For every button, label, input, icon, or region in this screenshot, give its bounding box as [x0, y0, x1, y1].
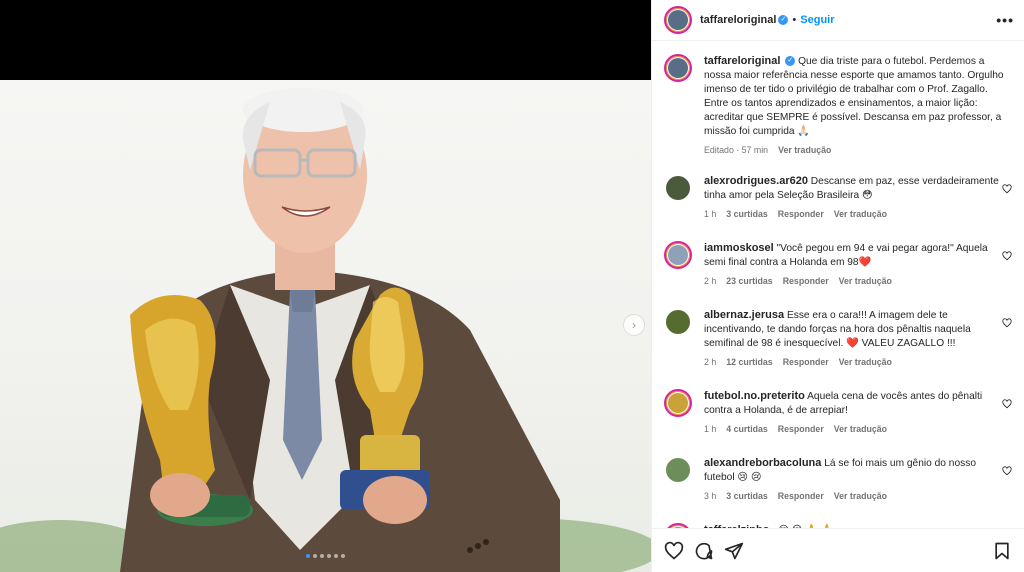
- comment-username[interactable]: iammoskosel: [704, 242, 774, 254]
- comment-likes[interactable]: 3 curtidas: [726, 491, 768, 501]
- carousel-dot[interactable]: [313, 554, 317, 558]
- post-photo[interactable]: [0, 80, 651, 572]
- reply-button[interactable]: Responder: [778, 424, 824, 434]
- caption-edited: Editado · 57 min: [704, 145, 769, 155]
- action-bar: [652, 528, 1024, 572]
- comment-meta: 2 h 12 curtidas Responder Ver tradução: [704, 357, 1004, 367]
- comment-like-icon[interactable]: [1002, 251, 1012, 261]
- caption-username[interactable]: taffareloriginal: [704, 55, 780, 67]
- post-header: taffareloriginal ✓ • Seguir •••: [652, 0, 1024, 41]
- carousel-next-button[interactable]: ›: [623, 314, 645, 336]
- comment-time: 1 h: [704, 209, 717, 219]
- commenter-avatar[interactable]: [664, 308, 692, 336]
- commenter-avatar[interactable]: [664, 174, 692, 202]
- comment-like-icon[interactable]: [1002, 184, 1012, 194]
- comment-time: 1 h: [704, 424, 717, 434]
- photo-illustration: [0, 88, 651, 572]
- caption-body: taffareloriginal ✓ Que dia triste para o…: [704, 54, 1004, 139]
- comment-meta: 1 h 3 curtidas Responder Ver tradução: [704, 209, 1004, 219]
- comment-meta: 1 h 4 curtidas Responder Ver tradução: [704, 424, 1004, 434]
- verified-badge-icon: ✓: [778, 15, 789, 25]
- reply-button[interactable]: Responder: [783, 357, 829, 367]
- caption-text: Que dia triste para o futebol. Perdemos …: [704, 56, 1004, 137]
- carousel-dot[interactable]: [341, 554, 345, 558]
- carousel-dot[interactable]: [306, 554, 310, 558]
- heart-icon[interactable]: [664, 541, 684, 561]
- comment-like-icon[interactable]: [1002, 466, 1012, 476]
- comment-time: 2 h: [704, 357, 717, 367]
- comment-username[interactable]: albernaz.jerusa: [704, 309, 784, 321]
- translate-link[interactable]: Ver tradução: [839, 357, 892, 367]
- comment-body: iammoskosel "Você pegou em 94 e vai pega…: [704, 241, 1004, 270]
- caption-meta: Editado · 57 min Ver tradução: [704, 145, 1004, 155]
- comment-item: alexandreborbacoluna Lá se foi mais um g…: [664, 456, 1012, 501]
- comment-body: alexrodrigues.ar620 Descanse em paz, ess…: [704, 174, 1004, 203]
- comment-time: 3 h: [704, 491, 717, 501]
- follow-button[interactable]: Seguir: [800, 14, 834, 26]
- comment-meta: 3 h 3 curtidas Responder Ver tradução: [704, 491, 1004, 501]
- post-media: ›: [0, 0, 651, 572]
- carousel-dot[interactable]: [334, 554, 338, 558]
- comment-body: futebol.no.preterito Aquela cena de você…: [704, 389, 1004, 418]
- comment-item: alexrodrigues.ar620 Descanse em paz, ess…: [664, 174, 1012, 219]
- separator-dot: •: [792, 14, 797, 26]
- comment-body: alexandreborbacoluna Lá se foi mais um g…: [704, 456, 1004, 485]
- reply-button[interactable]: Responder: [783, 276, 829, 286]
- commenter-avatar[interactable]: [664, 389, 692, 417]
- carousel-dot[interactable]: [320, 554, 324, 558]
- caption-avatar[interactable]: [664, 54, 692, 82]
- author-username[interactable]: taffareloriginal: [700, 14, 776, 26]
- comment-likes[interactable]: 23 curtidas: [726, 276, 772, 286]
- comment-icon[interactable]: [694, 541, 714, 561]
- comment-meta: 2 h 23 curtidas Responder Ver tradução: [704, 276, 1004, 286]
- translate-link[interactable]: Ver tradução: [834, 491, 887, 501]
- translate-link[interactable]: Ver tradução: [839, 276, 892, 286]
- commenter-avatar[interactable]: [664, 241, 692, 269]
- comment-username[interactable]: alexrodrigues.ar620: [704, 175, 808, 187]
- comment-like-icon[interactable]: [1002, 399, 1012, 409]
- comment-body: albernaz.jerusa Esse era o cara!!! A ima…: [704, 308, 1004, 351]
- comment-likes[interactable]: 3 curtidas: [726, 209, 768, 219]
- reply-button[interactable]: Responder: [778, 209, 824, 219]
- comment-username[interactable]: alexandreborbacoluna: [704, 457, 821, 469]
- comment-like-icon[interactable]: [1002, 318, 1012, 328]
- post-caption: taffareloriginal ✓ Que dia triste para o…: [664, 54, 1012, 155]
- comment-time: 2 h: [704, 276, 717, 286]
- chevron-right-icon: ›: [632, 318, 636, 332]
- share-icon[interactable]: [724, 541, 744, 561]
- translate-link[interactable]: Ver tradução: [834, 424, 887, 434]
- comment-likes[interactable]: 12 curtidas: [726, 357, 772, 367]
- post-side-panel: taffareloriginal ✓ • Seguir ••• taffarel…: [651, 0, 1024, 572]
- carousel-indicator: [0, 554, 651, 558]
- comment-username[interactable]: futebol.no.preterito: [704, 390, 805, 402]
- comment-item: futebol.no.preterito Aquela cena de você…: [664, 389, 1012, 434]
- comment-item: albernaz.jerusa Esse era o cara!!! A ima…: [664, 308, 1012, 367]
- author-avatar[interactable]: [664, 6, 692, 34]
- bookmark-icon[interactable]: [992, 541, 1012, 561]
- carousel-dot[interactable]: [327, 554, 331, 558]
- commenter-avatar[interactable]: [664, 456, 692, 484]
- more-options-icon[interactable]: •••: [996, 12, 1014, 28]
- comment-item: iammoskosel "Você pegou em 94 e vai pega…: [664, 241, 1012, 286]
- translate-link[interactable]: Ver tradução: [834, 209, 887, 219]
- reply-button[interactable]: Responder: [778, 491, 824, 501]
- caption-translate-link[interactable]: Ver tradução: [778, 145, 831, 155]
- comment-likes[interactable]: 4 curtidas: [726, 424, 768, 434]
- comments-list[interactable]: taffareloriginal ✓ Que dia triste para o…: [652, 42, 1024, 528]
- verified-badge-icon: ✓: [785, 56, 796, 67]
